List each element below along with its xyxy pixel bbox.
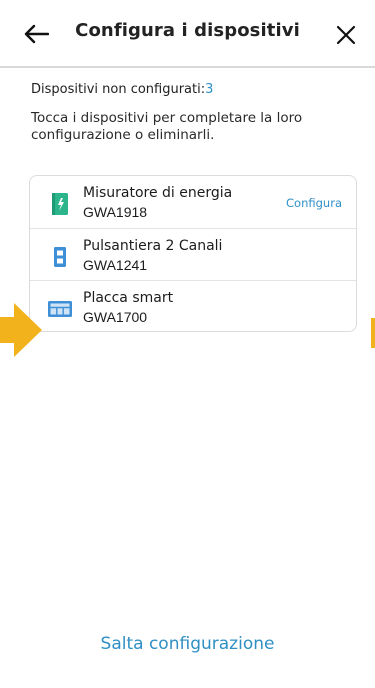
- instructions-text: Tocca i dispositivi per completare la lo…: [31, 110, 303, 143]
- device-code: GWA1700: [83, 309, 148, 325]
- close-icon: [336, 25, 356, 45]
- unconfigured-label: Dispositivi non configurati:: [31, 82, 206, 97]
- device-row[interactable]: Placca smart GWA1700: [30, 281, 356, 333]
- smart-plate-icon: [48, 301, 72, 317]
- device-code: GWA1241: [83, 257, 148, 273]
- configure-button[interactable]: Configura: [286, 196, 342, 210]
- page-title: Configura i dispositivi: [75, 20, 300, 41]
- unconfigured-number: 3: [205, 82, 214, 97]
- highlight-edge-marker: [371, 318, 375, 348]
- unconfigured-count: Dispositivi non configurati:3: [31, 82, 213, 97]
- back-button[interactable]: [20, 20, 52, 48]
- device-row[interactable]: Misuratore di energia GWA1918 Configura: [30, 176, 356, 228]
- switch-panel-icon: [54, 247, 66, 267]
- device-name: Misuratore di energia: [83, 185, 233, 201]
- device-code: GWA1918: [83, 204, 148, 220]
- header-divider: [0, 66, 375, 68]
- skip-configuration-button[interactable]: Salta configurazione: [0, 634, 375, 654]
- device-list: Misuratore di energia GWA1918 Configura …: [29, 175, 357, 332]
- close-button[interactable]: [331, 20, 361, 50]
- energy-meter-icon: [52, 193, 68, 215]
- device-name: Pulsantiera 2 Canali: [83, 238, 223, 254]
- arrow-left-icon: [24, 24, 49, 44]
- device-name: Placca smart: [83, 290, 174, 306]
- highlight-arrow-icon: [0, 303, 42, 357]
- app-header: Configura i dispositivi: [0, 0, 375, 68]
- device-row[interactable]: Pulsantiera 2 Canali GWA1241: [30, 229, 356, 281]
